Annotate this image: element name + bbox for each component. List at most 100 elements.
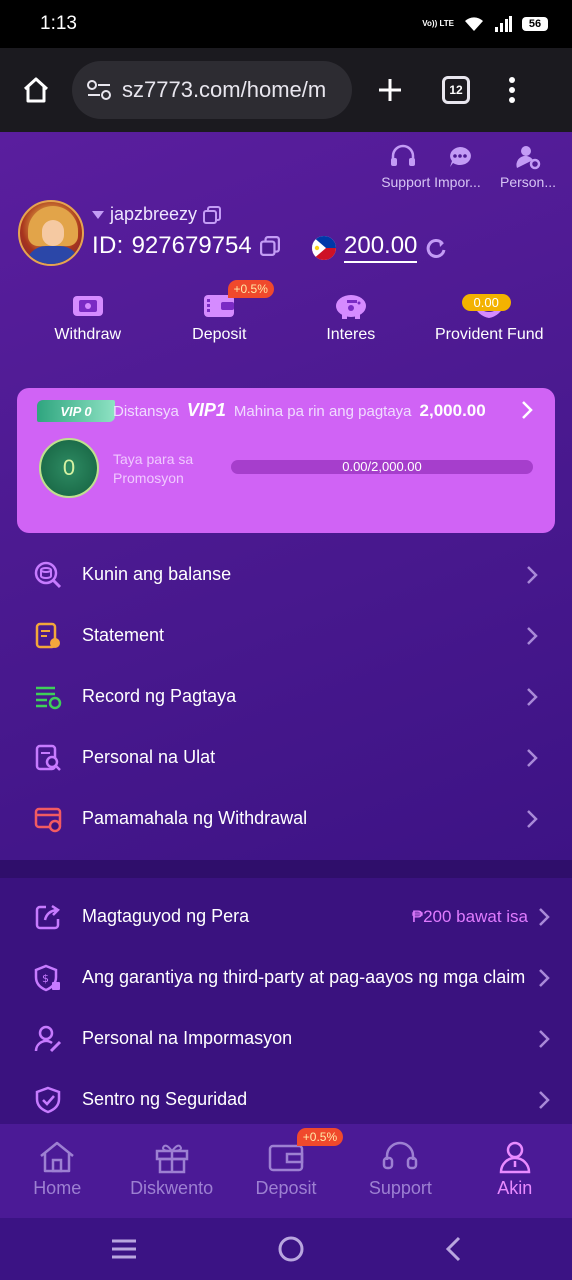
deposit-button[interactable]: +0.5% Deposit <box>156 280 284 344</box>
record-list-icon <box>36 686 62 709</box>
browser-toolbar: sz7773.com/home/m 12 <box>0 48 572 132</box>
menu-item-pamamahala-ng-withdrawal[interactable]: Pamamahala ng Withdrawal <box>0 788 572 849</box>
signal-icon <box>495 16 512 32</box>
personal-link-label: Person... <box>499 174 557 190</box>
quick-actions: Withdraw +0.5% Deposit Interes 0.00 Prov… <box>20 280 560 344</box>
menu-label: Statement <box>82 625 165 645</box>
coins-search-icon <box>34 561 62 588</box>
vip-card[interactable]: VIP 0 Distansya VIP1 Mahina pa rin ang p… <box>17 388 555 533</box>
interes-label: Interes <box>326 326 376 343</box>
browser-home-button[interactable] <box>0 75 72 105</box>
home-icon <box>40 1141 74 1173</box>
menu-label: Ang garantiya ng third-party at pag-aayo… <box>82 967 526 987</box>
user-edit-icon <box>34 1025 62 1052</box>
username-row: japzbreezy <box>92 204 222 225</box>
battery-indicator: 56 <box>522 17 548 31</box>
menu-item-magtaguyod-ng-pera[interactable]: Magtaguyod ng Pera ₱200 bawat isa <box>0 886 572 947</box>
nav-akin[interactable]: Akin <box>458 1124 572 1218</box>
chat-icon[interactable] <box>447 145 473 169</box>
home-icon <box>23 77 49 103</box>
id-row: ID: 927679754 <box>92 232 280 260</box>
provident-fund-button[interactable]: 0.00 Provident Fund <box>419 290 560 344</box>
nav-deposit[interactable]: +0.5% Deposit <box>229 1124 344 1218</box>
menu-label: Sentro ng Seguridad <box>82 1089 248 1109</box>
avatar[interactable] <box>18 200 84 266</box>
vip-promo-label: Taya para sa Promosyon <box>113 451 194 486</box>
statement-icon <box>35 622 60 648</box>
vip-prefix: Distansya <box>113 403 179 420</box>
share-icon <box>35 904 60 929</box>
menu-item-sentro-ng-seguridad[interactable]: Sentro ng Seguridad <box>0 1069 572 1130</box>
caret-down-icon[interactable] <box>92 210 104 219</box>
refresh-icon[interactable] <box>425 237 447 259</box>
recent-apps-icon[interactable] <box>110 1238 138 1260</box>
menu-label: Magtaguyod ng Pera <box>82 906 250 926</box>
vip-tag: VIP 0 <box>37 400 115 422</box>
back-icon[interactable] <box>444 1236 462 1262</box>
system-navigation-bar <box>0 1218 572 1280</box>
vip-amount: 2,000.00 <box>419 401 486 420</box>
status-time: 1:13 <box>40 13 77 34</box>
new-tab-icon[interactable] <box>376 76 404 104</box>
tab-switcher-button[interactable]: 12 <box>442 76 470 104</box>
menu-item-kunin-ang-balanse[interactable]: Kunin ang balanse <box>0 544 572 605</box>
menu-item-personal-na-impormasyon[interactable]: Personal na Impormasyon <box>0 1008 572 1069</box>
menu-item-record-ng-pagtaya[interactable]: Record ng Pagtaya <box>0 666 572 727</box>
gift-icon <box>155 1144 188 1174</box>
url-bar[interactable]: sz7773.com/home/m <box>72 61 352 119</box>
copy-icon[interactable] <box>203 205 222 224</box>
withdraw-button[interactable]: Withdraw <box>20 290 156 344</box>
chevron-right-icon[interactable] <box>521 400 533 420</box>
nav-support[interactable]: Support <box>343 1124 457 1218</box>
nav-deposit-badge: +0.5% <box>296 1128 344 1146</box>
nav-home[interactable]: Home <box>0 1124 114 1218</box>
status-bar: 1:13 Vo)) LTE 56 <box>0 0 572 48</box>
vip-progress-bar: 0.00/2,000.00 <box>231 459 533 474</box>
menu-item-garantiya[interactable]: $ Ang garantiya ng third-party at pag-aa… <box>0 947 572 1008</box>
menu-label: Record ng Pagtaya <box>82 686 237 706</box>
balance: 200.00 <box>312 232 447 263</box>
deposit-label: Deposit <box>192 326 247 343</box>
balance-value: 200.00 <box>344 232 418 263</box>
nav-support-label: Support <box>368 1178 432 1198</box>
user-gear-icon <box>516 146 541 170</box>
interes-button[interactable]: Interes <box>283 290 419 344</box>
menu-label: Pamamahala ng Withdrawal <box>82 808 308 828</box>
menu-label: Kunin ang balanse <box>82 564 232 584</box>
volte-indicator: Vo)) LTE <box>422 19 454 28</box>
settings-menu: Magtaguyod ng Pera ₱200 bawat isa $ Ang … <box>0 886 572 1130</box>
menu-label: Personal na Impormasyon <box>82 1028 293 1048</box>
nav-diskwento-label: Diskwento <box>130 1178 214 1198</box>
chevron-right-icon <box>539 1090 550 1109</box>
menu-label: Personal na Ulat <box>82 747 216 767</box>
philippines-flag-icon <box>312 235 336 260</box>
bottom-navigation: Home Diskwento +0.5% Deposit Support Aki… <box>0 1124 572 1218</box>
support-link-label: Support Impor... <box>381 174 481 190</box>
menu-item-personal-na-ulat[interactable]: Personal na Ulat <box>0 727 572 788</box>
provident-fund-badge: 0.00 <box>461 294 511 311</box>
section-divider <box>0 860 572 878</box>
vip-progress-text: 0.00/2,000.00 <box>342 459 422 474</box>
user-icon <box>499 1141 531 1174</box>
report-search-icon <box>35 744 61 771</box>
shield-dollar-icon: $ <box>34 964 60 991</box>
menu-item-statement[interactable]: Statement <box>0 605 572 666</box>
vip-next-level: VIP1 <box>186 400 226 420</box>
status-icons: Vo)) LTE 56 <box>422 16 548 32</box>
chevron-right-icon <box>527 626 538 645</box>
wifi-icon <box>465 17 483 31</box>
withdraw-label: Withdraw <box>54 326 122 343</box>
vip-medal: 0 <box>39 438 99 498</box>
nav-home-label: Home <box>33 1178 82 1198</box>
support-link[interactable]: Support Impor... <box>376 144 486 190</box>
nav-diskwento[interactable]: Diskwento <box>114 1124 228 1218</box>
copy-id-icon[interactable] <box>259 236 280 256</box>
nav-deposit-label: Deposit <box>255 1178 317 1198</box>
personal-link[interactable]: Person... <box>496 144 560 190</box>
chevron-right-icon <box>539 968 550 987</box>
home-circle-icon[interactable] <box>277 1235 305 1263</box>
more-menu-icon[interactable] <box>508 76 516 104</box>
username: japzbreezy <box>110 204 198 224</box>
vip-text: Mahina pa rin ang pagtaya <box>233 403 412 420</box>
shield-check-icon <box>35 1086 61 1113</box>
